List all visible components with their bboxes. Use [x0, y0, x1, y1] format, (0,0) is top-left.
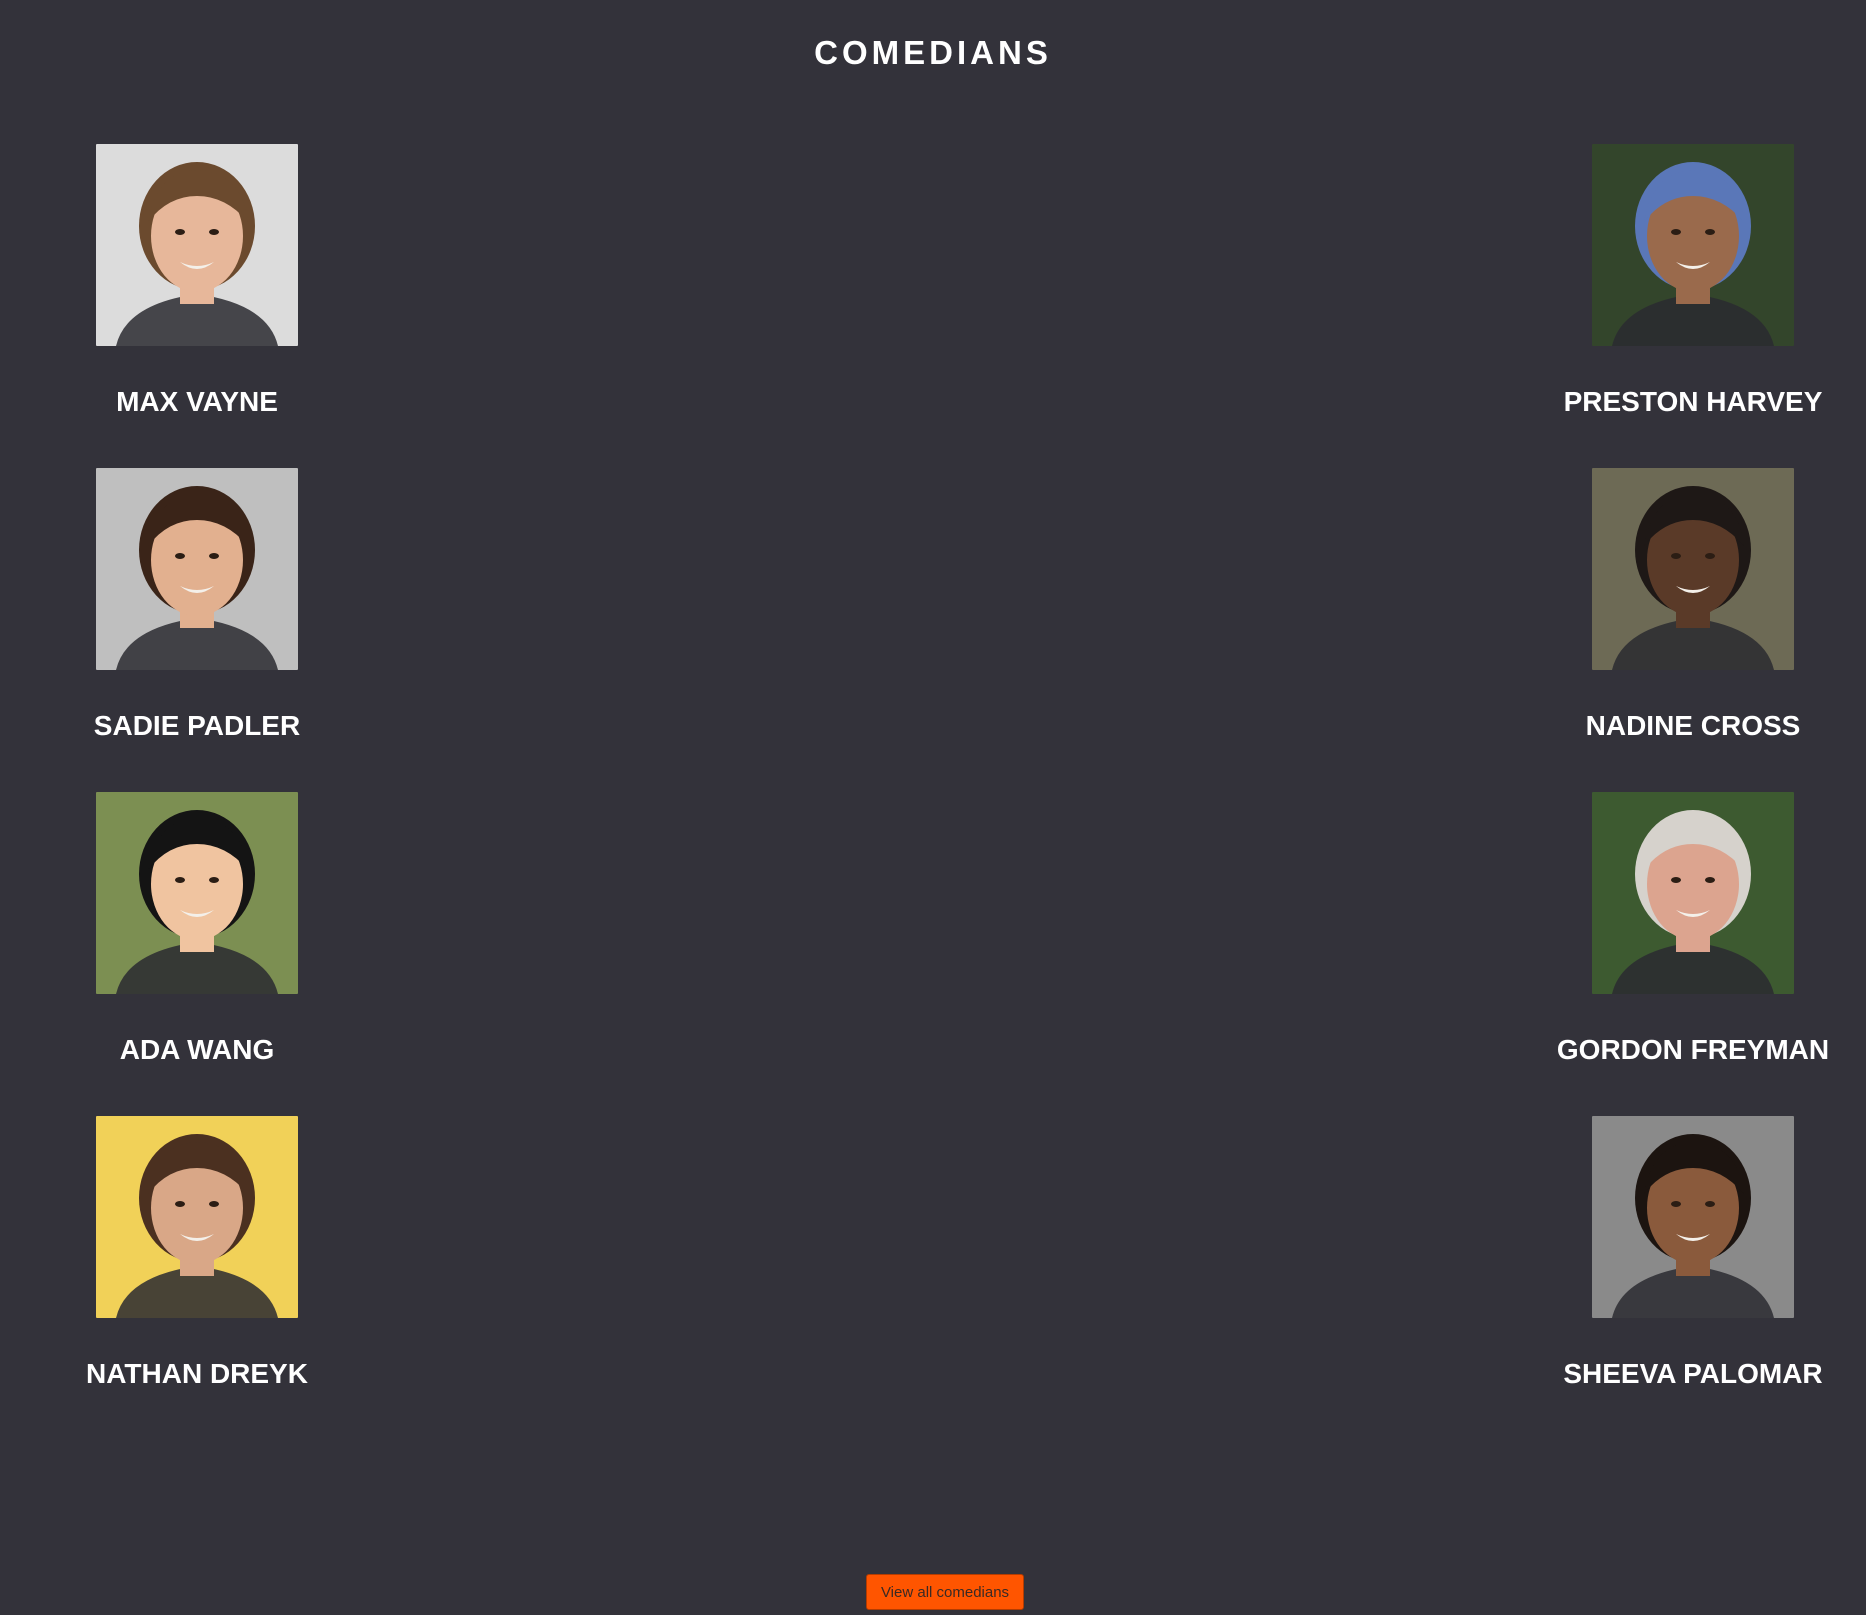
comedians-right-column: PRESTON HARVEY NADINE CROSS GORDON FREYM…: [1557, 144, 1829, 1440]
comedian-photo[interactable]: [1592, 792, 1794, 994]
comedian-name[interactable]: NATHAN DREYK: [86, 1358, 308, 1390]
comedian-photo[interactable]: [1592, 468, 1794, 670]
portrait-image: [96, 468, 298, 670]
portrait-image: [1592, 468, 1794, 670]
comedian-photo[interactable]: [1592, 144, 1794, 346]
comedian-card[interactable]: SHEEVA PALOMAR: [1563, 1116, 1823, 1440]
comedian-card[interactable]: MAX VAYNE: [67, 144, 327, 468]
comedian-card[interactable]: NATHAN DREYK: [67, 1116, 327, 1440]
portrait-image: [1592, 144, 1794, 346]
comedian-photo[interactable]: [96, 792, 298, 994]
comedian-name[interactable]: MAX VAYNE: [116, 386, 278, 418]
page-title: COMEDIANS: [814, 34, 1052, 71]
comedian-name[interactable]: GORDON FREYMAN: [1557, 1034, 1829, 1066]
comedians-page: COMEDIANS MAX VAYNE SADIE PADLER ADA WAN…: [0, 0, 1866, 1615]
comedians-left-column: MAX VAYNE SADIE PADLER ADA WANG NATHAN D…: [67, 144, 327, 1440]
comedian-card[interactable]: PRESTON HARVEY: [1563, 144, 1823, 468]
view-all-comedians-button[interactable]: View all comedians: [866, 1574, 1024, 1610]
comedian-photo[interactable]: [96, 1116, 298, 1318]
comedian-name[interactable]: SHEEVA PALOMAR: [1563, 1358, 1822, 1390]
comedian-card[interactable]: NADINE CROSS: [1563, 468, 1823, 792]
comedian-name[interactable]: SADIE PADLER: [94, 710, 300, 742]
comedian-card[interactable]: SADIE PADLER: [67, 468, 327, 792]
portrait-image: [1592, 1116, 1794, 1318]
portrait-image: [96, 144, 298, 346]
comedian-photo[interactable]: [1592, 1116, 1794, 1318]
comedian-photo[interactable]: [96, 144, 298, 346]
comedian-name[interactable]: NADINE CROSS: [1586, 710, 1801, 742]
portrait-image: [96, 792, 298, 994]
portrait-image: [1592, 792, 1794, 994]
comedian-name[interactable]: ADA WANG: [120, 1034, 275, 1066]
portrait-image: [96, 1116, 298, 1318]
comedian-card[interactable]: GORDON FREYMAN: [1557, 792, 1829, 1116]
comedian-card[interactable]: ADA WANG: [67, 792, 327, 1116]
comedian-name[interactable]: PRESTON HARVEY: [1564, 386, 1823, 418]
comedian-photo[interactable]: [96, 468, 298, 670]
